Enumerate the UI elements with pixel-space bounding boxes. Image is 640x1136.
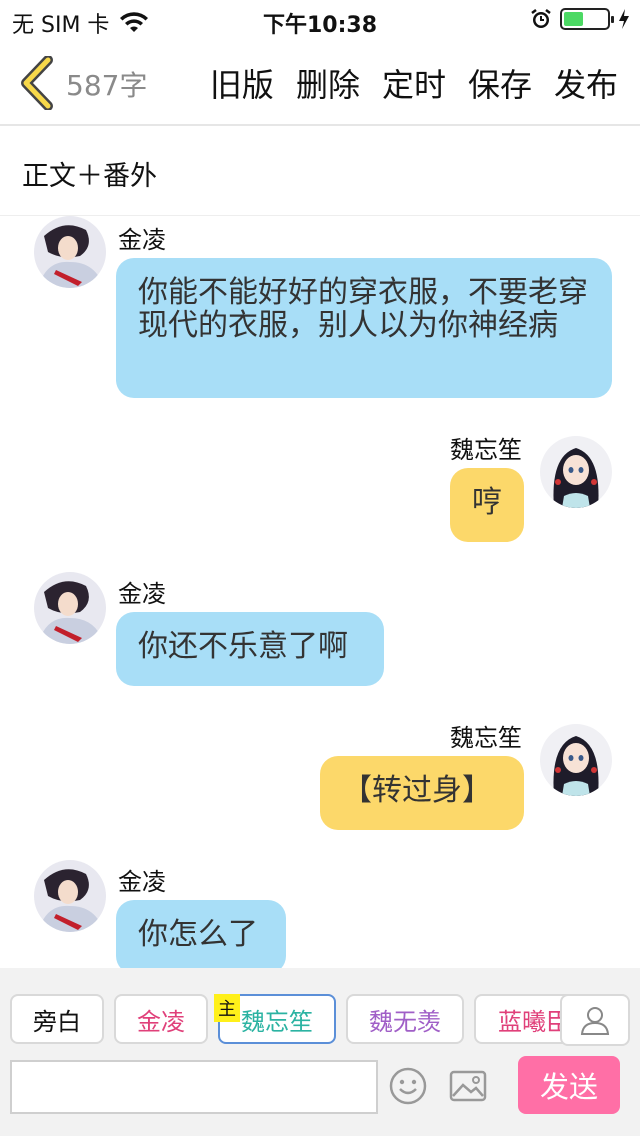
- publish-button[interactable]: 发布: [554, 60, 618, 106]
- role-weiwuxian[interactable]: 魏无羡: [346, 994, 464, 1044]
- role-lanxichen[interactable]: 蓝曦臣: [474, 994, 574, 1044]
- avatar-weiwangsheng-image: [540, 436, 612, 508]
- message-input[interactable]: [10, 1060, 378, 1114]
- message-bubble[interactable]: 【转过身】: [320, 756, 524, 830]
- emoji-icon[interactable]: [388, 1066, 428, 1106]
- image-icon[interactable]: [448, 1066, 488, 1106]
- person-icon: [580, 1007, 610, 1035]
- schedule-button[interactable]: 定时: [382, 60, 446, 106]
- avatar[interactable]: [540, 724, 612, 796]
- chat-message[interactable]: 金凌 你能不能好好的穿衣服，不要老穿现代的衣服，别人以为你神经病: [0, 216, 640, 406]
- chapter-title-bar[interactable]: 正文＋番外: [0, 128, 640, 216]
- main-character-badge: 主: [214, 994, 240, 1022]
- avatar[interactable]: [34, 860, 106, 932]
- message-bubble[interactable]: 你怎么了: [116, 900, 286, 968]
- charging-icon: [619, 9, 629, 29]
- avatar-weiwangsheng-image: [540, 724, 612, 796]
- role-narrator[interactable]: 旁白: [10, 994, 104, 1044]
- sender-name: 魏忘笙: [450, 436, 522, 464]
- save-button[interactable]: 保存: [468, 60, 532, 106]
- nav-actions: 旧版 删除 定时 保存 发布: [210, 60, 618, 106]
- message-bubble[interactable]: 你能不能好好的穿衣服，不要老穿现代的衣服，别人以为你神经病: [116, 258, 612, 398]
- chapter-title: 正文＋番外: [22, 161, 157, 192]
- avatar-jinling-image: [34, 572, 106, 644]
- chat-message[interactable]: 魏忘笙 哼: [0, 426, 640, 556]
- nav-bar: 587字 旧版 删除 定时 保存 发布: [0, 40, 640, 126]
- chat-message[interactable]: 金凌 你怎么了: [0, 858, 640, 968]
- sender-name: 金凌: [118, 580, 166, 608]
- avatar[interactable]: [34, 216, 106, 288]
- message-bubble[interactable]: 你还不乐意了啊: [116, 612, 384, 686]
- composer-panel: 旁白 金凌 魏忘笙 魏无羡 蓝曦臣 主 发送: [0, 968, 640, 1136]
- back-chevron-icon[interactable]: [18, 56, 58, 110]
- role-selector: 旁白 金凌 魏忘笙 魏无羡 蓝曦臣: [10, 994, 630, 1044]
- chat-area[interactable]: 金凌 你能不能好好的穿衣服，不要老穿现代的衣服，别人以为你神经病 魏忘笙 哼 金…: [0, 216, 640, 968]
- sender-name: 魏忘笙: [450, 724, 522, 752]
- avatar-jinling-image: [34, 216, 106, 288]
- sender-name: 金凌: [118, 868, 166, 896]
- input-row: 发送: [0, 1056, 640, 1120]
- battery-cap: [611, 16, 614, 23]
- alarm-icon: [531, 9, 551, 28]
- avatar[interactable]: [540, 436, 612, 508]
- status-right: [530, 8, 630, 30]
- word-count: 587字: [66, 69, 148, 102]
- role-jinling[interactable]: 金凌: [114, 994, 208, 1044]
- avatar[interactable]: [34, 572, 106, 644]
- battery-icon: [560, 8, 614, 30]
- chat-message[interactable]: 魏忘笙 【转过身】: [0, 714, 640, 844]
- delete-button[interactable]: 删除: [296, 60, 360, 106]
- chat-message[interactable]: 金凌 你还不乐意了啊: [0, 570, 640, 700]
- send-button[interactable]: 发送: [518, 1056, 620, 1114]
- character-manage-button[interactable]: [560, 994, 630, 1046]
- avatar-jinling-image: [34, 860, 106, 932]
- sender-name: 金凌: [118, 226, 166, 254]
- old-version-button[interactable]: 旧版: [210, 60, 274, 106]
- status-bar: 无 SIM 卡 下午10:38: [0, 0, 640, 40]
- battery-fill: [564, 12, 583, 26]
- message-bubble[interactable]: 哼: [450, 468, 524, 542]
